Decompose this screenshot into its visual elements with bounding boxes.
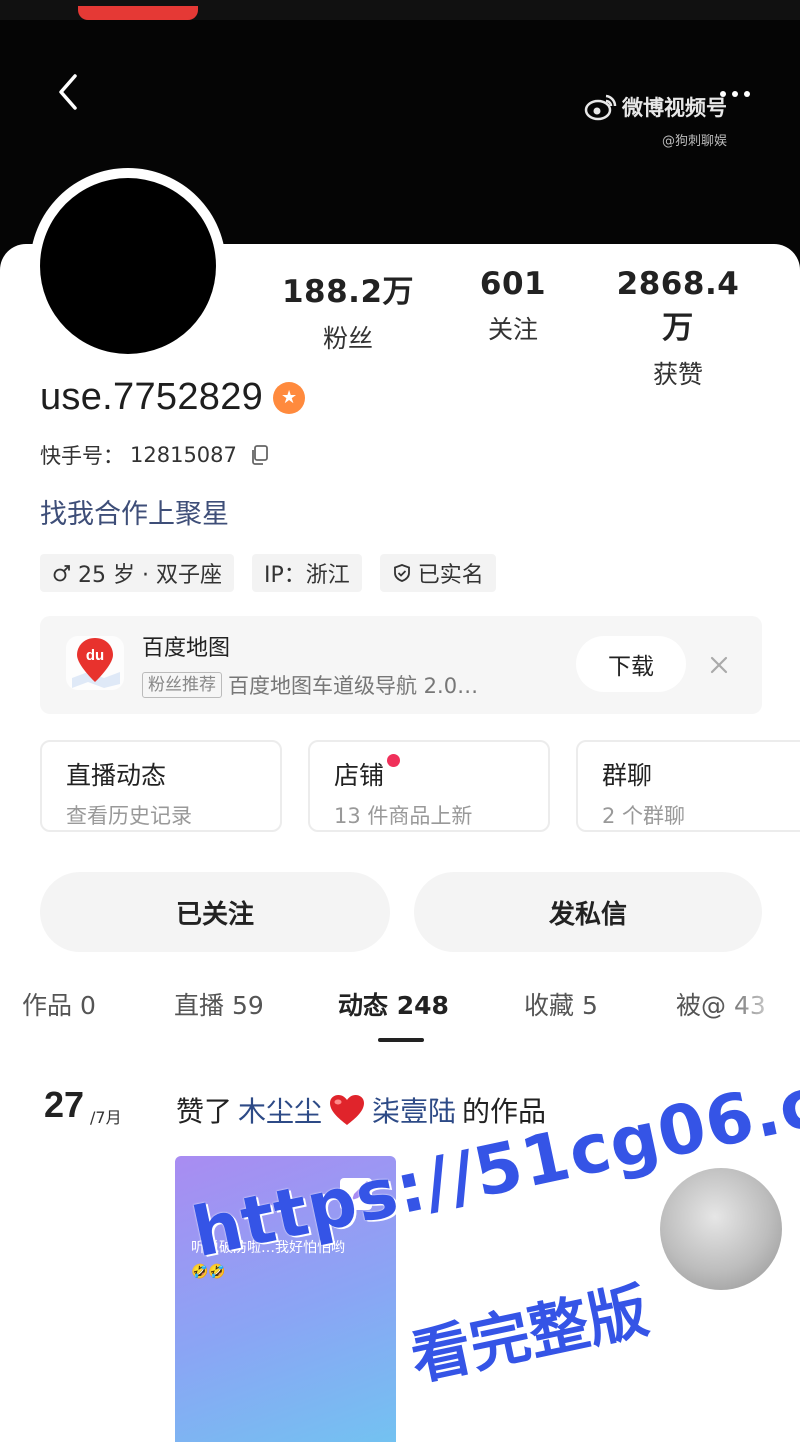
tab-live[interactable]: 直播 59 [174, 986, 264, 1022]
quick-link-shop[interactable]: 店铺 13 件商品上新 [308, 740, 550, 832]
followed-button[interactable]: 已关注 [40, 872, 390, 952]
tag-text: 25 岁 · 双子座 [78, 563, 222, 588]
quick-link-title: 店铺 [334, 754, 401, 792]
content-tabs: 作品 0 直播 59 动态 248 收藏 5 被@ 43 [0, 986, 800, 1036]
quick-link-subtitle: 查看历史记录 [66, 804, 192, 828]
avatar[interactable] [40, 178, 216, 354]
verified-star-icon[interactable]: ★ [273, 381, 306, 414]
stat-following[interactable]: 601 关注 [438, 266, 588, 346]
kuaishou-id-value: 12815087 [130, 443, 237, 467]
stat-label: 粉丝 [322, 324, 373, 353]
profile-tags: 25 岁 · 双子座 IP：浙江 已实名 [40, 554, 496, 592]
tag-ip: IP：浙江 [251, 554, 362, 592]
watermark-handle: @狗刺聊娱 [662, 134, 728, 149]
feed-date-month: /7月 [90, 1108, 122, 1127]
tag-verified-name: 已实名 [379, 554, 496, 592]
tab-works[interactable]: 作品 0 [22, 986, 96, 1022]
tab-favorites[interactable]: 收藏 5 [524, 986, 598, 1022]
quick-link-title-text: 店铺 [334, 761, 385, 790]
username: use.7752829 [40, 376, 264, 418]
promo-description: 百度地图车道级导航 2.0… [228, 674, 479, 698]
stat-value: 188.2万 [281, 274, 415, 310]
tag-age-zodiac: 25 岁 · 双子座 [40, 554, 234, 592]
dot-icon [720, 91, 726, 97]
profile-bio: 找我合作上聚星 [40, 499, 229, 530]
svg-text:du: du [86, 647, 104, 664]
status-indicator [78, 6, 198, 20]
dot-icon [732, 91, 738, 97]
copy-icon[interactable] [249, 444, 271, 466]
tag-text: IP：浙江 [263, 563, 350, 588]
stat-fans[interactable]: 188.2万 粉丝 [273, 266, 423, 355]
weibo-logo-icon [584, 94, 617, 121]
stat-label: 获赞 [652, 360, 703, 389]
tag-text: 已实名 [417, 563, 484, 588]
promo-app-name: 百度地图 [142, 636, 231, 661]
feed-prefix: 赞了 [176, 1095, 233, 1128]
download-button[interactable]: 下载 [576, 636, 686, 692]
stat-value: 2868.4万 [616, 266, 740, 346]
quick-link-subtitle: 2 个群聊 [602, 804, 686, 828]
promo-badge: 粉丝推荐 [142, 672, 222, 698]
floating-assistant-ball[interactable] [660, 1168, 782, 1290]
stat-value: 601 [479, 266, 547, 302]
app-promo-card[interactable]: du 百度地图 粉丝推荐 百度地图车道级导航 2.0… 下载 [40, 616, 762, 714]
quick-link-group-chat[interactable]: 群聊 2 个群聊 [576, 740, 800, 832]
chevron-left-icon [59, 74, 77, 110]
shield-check-icon [393, 564, 410, 582]
send-message-button[interactable]: 发私信 [414, 872, 762, 952]
feed-author-link[interactable]: 木尘尘 [238, 1090, 322, 1130]
kuaishou-id-row: 快手号： 12815087 [40, 440, 271, 470]
quick-link-live-history[interactable]: 直播动态 查看历史记录 [40, 740, 282, 832]
back-button[interactable] [46, 70, 90, 114]
kuaishou-id-label: 快手号： [40, 444, 124, 468]
baidu-map-icon: du [66, 636, 124, 690]
tabs-fade-overlay [720, 980, 800, 1036]
username-row: use.7752829 ★ [40, 376, 306, 419]
stat-label: 关注 [487, 315, 538, 344]
quick-link-subtitle: 13 件商品上新 [334, 804, 473, 828]
quick-link-title: 群聊 [602, 761, 653, 790]
weibo-watermark: 微博视频号 [584, 92, 727, 122]
stat-likes[interactable]: 2868.4万 获赞 [603, 266, 753, 391]
dot-icon [744, 91, 750, 97]
close-icon[interactable] [704, 650, 734, 680]
heart-icon [330, 1095, 365, 1125]
promo-subtitle: 粉丝推荐 百度地图车道级导航 2.0… [142, 670, 478, 700]
author-name-part1: 木尘尘 [238, 1095, 323, 1128]
notification-dot [387, 754, 401, 767]
feed-author-link-2[interactable]: 柒壹陆 [372, 1090, 456, 1130]
more-options-button[interactable] [710, 82, 760, 106]
quick-link-title: 直播动态 [66, 761, 167, 790]
tab-moments[interactable]: 动态 248 [338, 986, 449, 1022]
male-icon [53, 565, 70, 582]
active-tab-indicator [378, 1038, 424, 1042]
feed-date-day: 27 [44, 1084, 85, 1125]
feed-activity-text: 赞了 木尘尘 柒壹陆 的作品 [176, 1090, 546, 1130]
status-bar [0, 0, 800, 20]
